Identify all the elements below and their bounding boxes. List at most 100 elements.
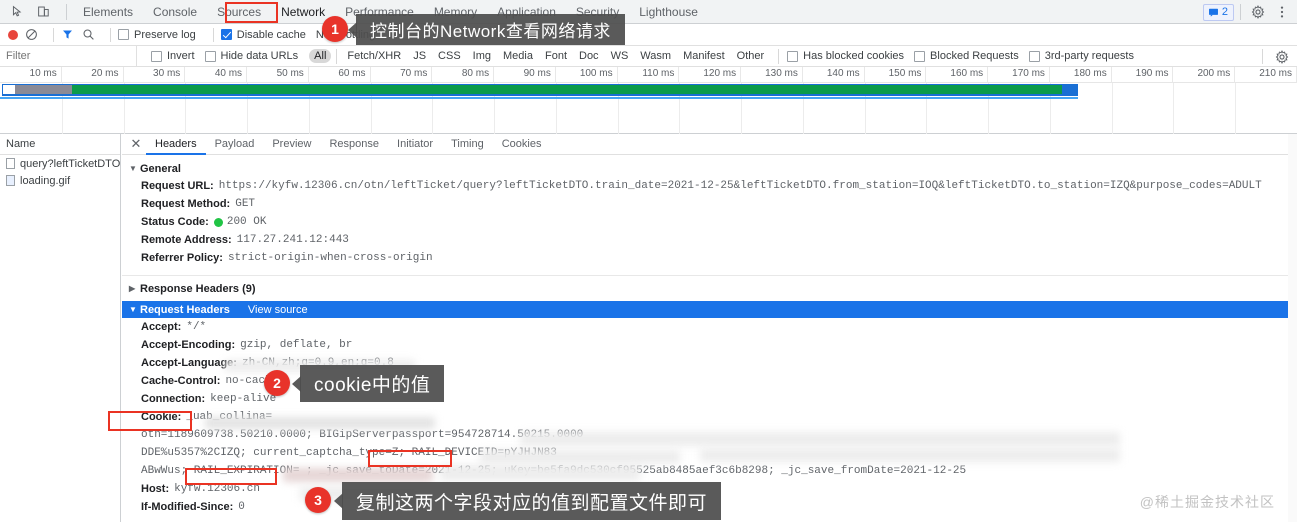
header-value: GET: [235, 198, 256, 210]
inspect-element-icon[interactable]: [4, 1, 30, 23]
network-overview-timeline[interactable]: 10 ms 20 ms 30 ms 40 ms 50 ms 60 ms 70 ms 80 ms…: [0, 67, 1297, 134]
timeline-underline: [0, 97, 1078, 99]
preserve-log-label: Preserve log: [134, 28, 196, 41]
blocked-requests-checkbox[interactable]: Blocked Requests: [914, 50, 1019, 62]
header-value: strict-origin-when-cross-origin: [227, 252, 433, 264]
more-vertical-icon[interactable]: [1271, 1, 1293, 23]
blocked-requests-label: Blocked Requests: [930, 50, 1019, 62]
tab-sources[interactable]: Sources: [207, 0, 271, 24]
tab-separator: [66, 3, 67, 20]
filter-divider: [136, 45, 137, 67]
right-separator: [1240, 4, 1241, 20]
name-column-header: Name: [0, 134, 120, 155]
header-name: Host:: [141, 483, 170, 495]
hide-data-urls-checkbox[interactable]: Hide data URLs: [204, 50, 299, 62]
redaction-blur: [700, 448, 1120, 462]
header-name: Cookie:: [141, 411, 182, 423]
tab-timing[interactable]: Timing: [442, 134, 493, 155]
request-headers-section[interactable]: ▼ Request Headers View source: [122, 301, 1297, 318]
header-value: 0: [238, 501, 245, 513]
tabbar-right-actions: 2: [1202, 0, 1293, 24]
hide-data-urls-label: Hide data URLs: [220, 50, 299, 62]
request-headers-label: Request Headers: [140, 303, 230, 316]
search-icon[interactable]: [82, 28, 95, 41]
request-name: query?leftTicketDTO....: [20, 157, 120, 170]
record-button[interactable]: [8, 29, 18, 40]
filter-settings-group: [1254, 46, 1293, 67]
tab-response[interactable]: Response: [320, 134, 388, 155]
filter-separator-2: [778, 48, 780, 64]
request-bar-white-lead: [3, 85, 15, 94]
type-filter-font[interactable]: Font: [540, 49, 572, 63]
header-name: Remote Address:: [141, 234, 232, 246]
clear-icon[interactable]: [25, 28, 38, 41]
type-filter-all[interactable]: All: [309, 49, 332, 63]
tab-console[interactable]: Console: [143, 0, 207, 24]
document-icon: [6, 158, 15, 169]
has-blocked-cookies-checkbox[interactable]: Has blocked cookies: [787, 50, 904, 62]
redaction-blur: [480, 450, 680, 464]
header-name: Cache-Control:: [141, 375, 221, 387]
header-name: Accept-Encoding:: [141, 339, 236, 351]
section-divider: [122, 275, 1297, 276]
response-headers-label: Response Headers (9): [140, 282, 256, 295]
gear-icon[interactable]: [1271, 46, 1293, 68]
response-headers-section[interactable]: ▶ Response Headers (9): [122, 280, 1297, 297]
disable-cache-label: Disable cache: [236, 28, 306, 41]
type-filter-img[interactable]: Img: [468, 49, 496, 63]
issues-button[interactable]: 2: [1202, 3, 1234, 21]
toolbar-separator-3: [212, 27, 214, 42]
tab-initiator[interactable]: Initiator: [388, 134, 442, 155]
header-name: Status Code:: [141, 216, 209, 228]
preserve-log-checkbox[interactable]: Preserve log: [118, 29, 196, 41]
disable-cache-checkbox[interactable]: Disable cache: [220, 28, 306, 41]
type-filter-doc[interactable]: Doc: [574, 49, 604, 63]
tab-headers[interactable]: Headers: [146, 134, 206, 155]
timeline-tick-label: 210 ms: [1259, 68, 1292, 79]
request-bar-grey: [15, 85, 72, 94]
close-icon[interactable]: ✕: [126, 134, 146, 154]
network-toolbar: Preserve log Disable cache No throttling: [0, 24, 1297, 46]
devtools-tab-bar: Elements Console Sources Network Perform…: [0, 0, 1297, 24]
general-section-header[interactable]: ▼ General: [122, 160, 1297, 177]
invert-checkbox[interactable]: Invert: [151, 50, 195, 62]
headers-content: ▼ General Request URL: https://kyfw.1230…: [122, 155, 1297, 522]
annotation-badge-1: 1: [322, 16, 348, 42]
preserve-log-box: [118, 29, 129, 40]
funnel-icon[interactable]: [61, 28, 74, 41]
request-bar-green: [72, 85, 1062, 94]
image-icon: [6, 175, 15, 186]
type-filter-other[interactable]: Other: [732, 49, 770, 63]
view-source-link[interactable]: View source: [248, 304, 308, 316]
type-filter-wasm[interactable]: Wasm: [635, 49, 676, 63]
search-input[interactable]: [0, 46, 136, 66]
tab-payload[interactable]: Payload: [206, 134, 264, 155]
header-name: Referrer Policy:: [141, 252, 223, 264]
settings-separator: [1262, 49, 1263, 64]
tab-elements[interactable]: Elements: [73, 0, 143, 24]
type-filter-js[interactable]: JS: [408, 49, 431, 63]
tab-cookies[interactable]: Cookies: [493, 134, 551, 155]
header-row-status-code: Status Code: 200 OK: [122, 213, 1297, 231]
redaction-blur: [283, 468, 433, 482]
type-filter-ws[interactable]: WS: [606, 49, 634, 63]
gear-icon[interactable]: [1247, 1, 1269, 23]
type-filter-css[interactable]: CSS: [433, 49, 466, 63]
type-separator: [336, 48, 338, 64]
header-row-accept-encoding: Accept-Encoding: gzip, deflate, br: [122, 336, 1297, 354]
filter-row: Invert Hide data URLs All Fetch/XHR JS C…: [0, 45, 1297, 67]
list-item[interactable]: query?leftTicketDTO....: [0, 155, 120, 172]
third-party-requests-checkbox[interactable]: 3rd-party requests: [1028, 50, 1134, 62]
tab-preview[interactable]: Preview: [263, 134, 320, 155]
device-toolbar-icon[interactable]: [30, 1, 56, 23]
type-filter-manifest[interactable]: Manifest: [678, 49, 730, 63]
tab-lighthouse[interactable]: Lighthouse: [629, 0, 708, 24]
type-filter-media[interactable]: Media: [498, 49, 538, 63]
type-filter-fetchxhr[interactable]: Fetch/XHR: [342, 49, 406, 63]
status-ok-icon: [213, 217, 223, 227]
vertical-scrollbar[interactable]: [1288, 134, 1297, 522]
detail-tab-bar: ✕ Headers Payload Preview Response Initi…: [122, 134, 1297, 155]
list-item[interactable]: loading.gif: [0, 172, 120, 189]
header-value: 117.27.241.12:443: [236, 234, 349, 246]
disable-cache-box: [220, 29, 232, 40]
